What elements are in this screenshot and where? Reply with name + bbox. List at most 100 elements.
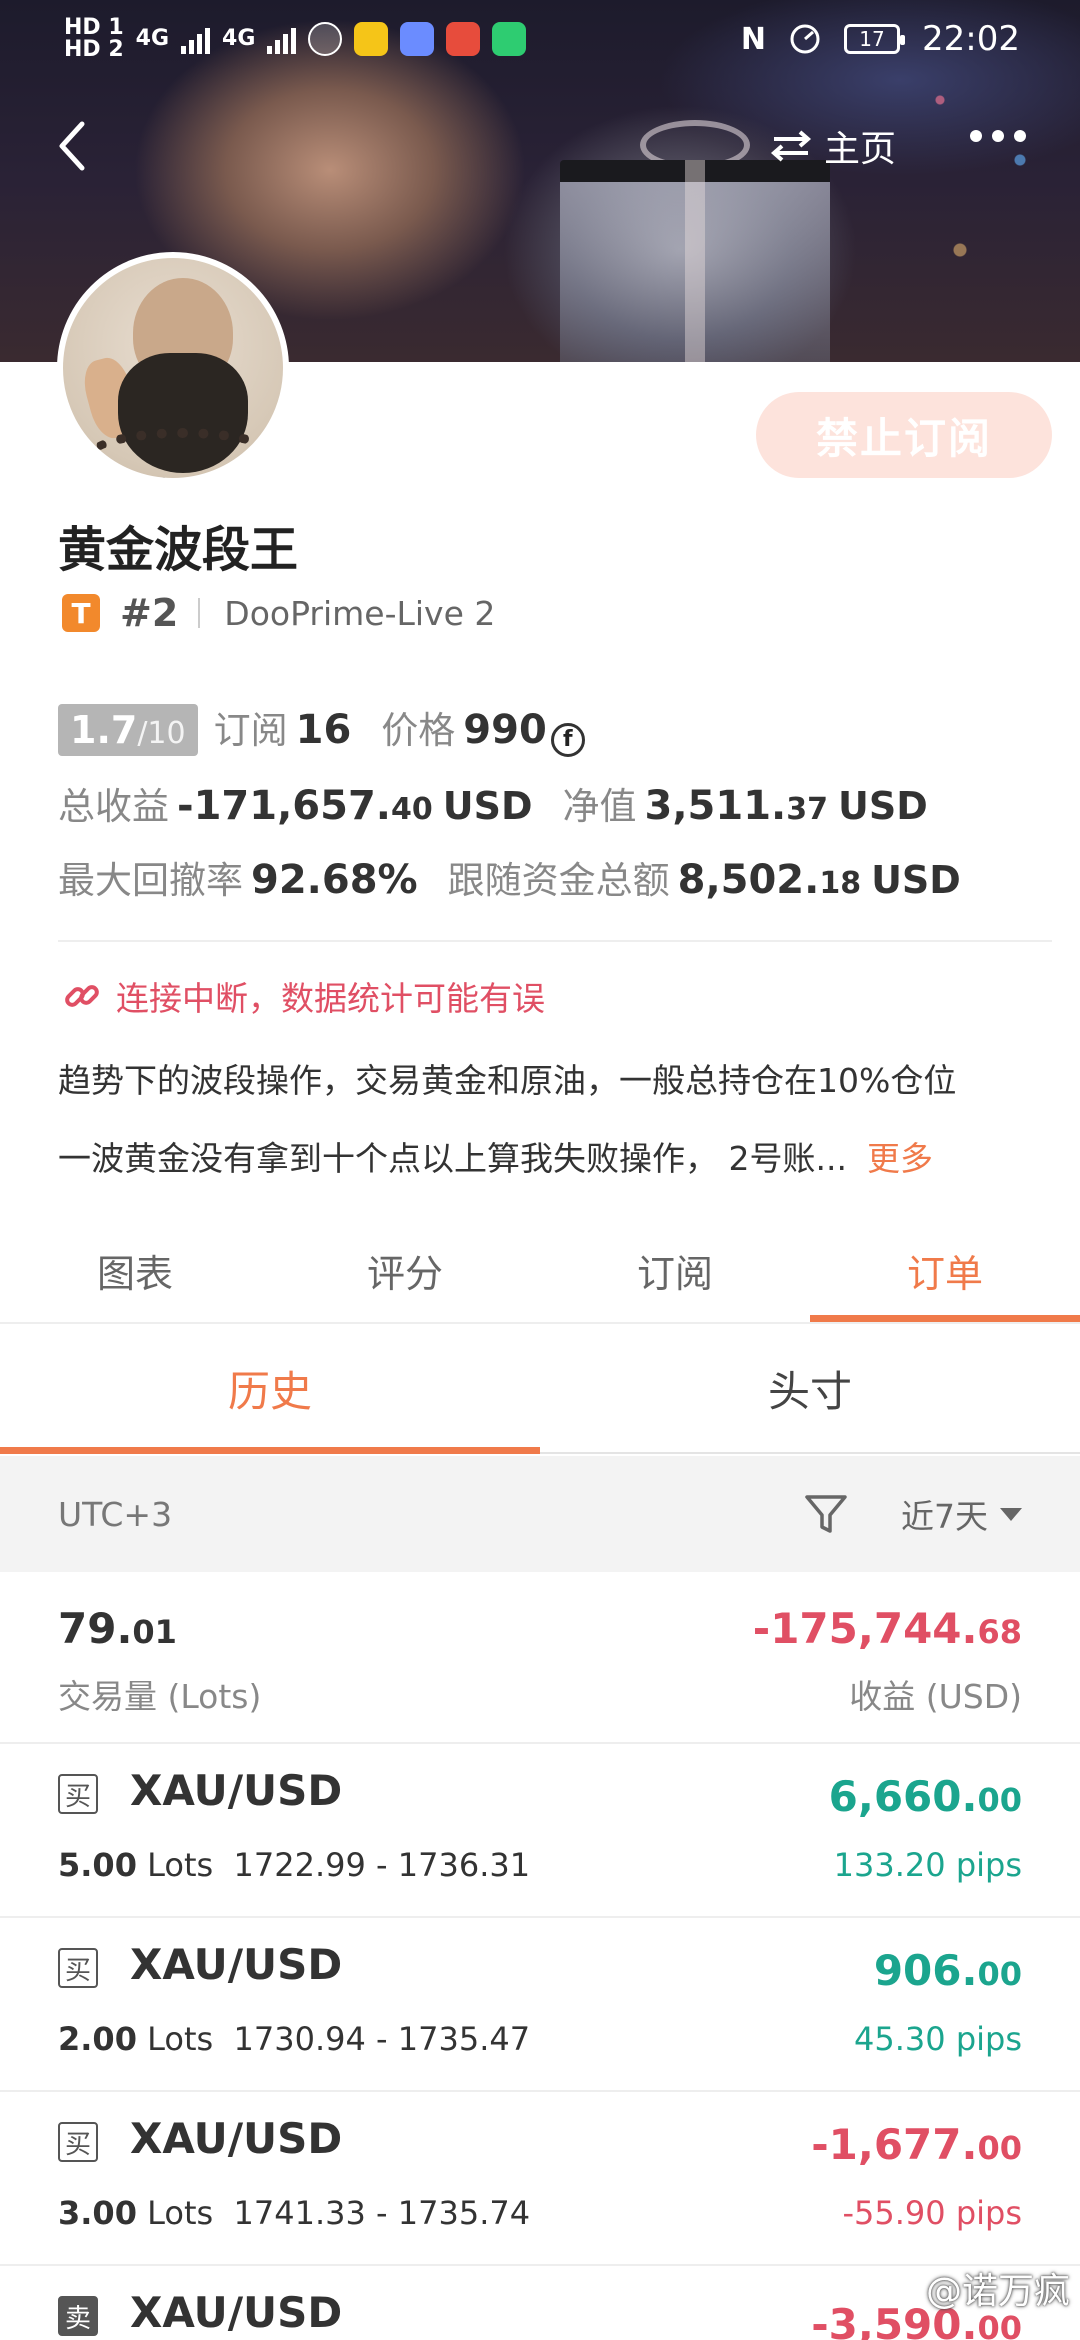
hand-app-icon <box>308 22 343 56</box>
hd-indicators: HD 1 HD 2 <box>64 17 124 61</box>
back-button[interactable] <box>48 116 108 176</box>
dot-icon <box>992 130 1004 142</box>
avatar-beads-graphic <box>83 428 283 478</box>
drawdown-row: 最大回撤率 92.68% 跟随资金总额 8,502.18 USD <box>58 850 961 904</box>
buy-side-badge: 买 <box>58 2122 98 2162</box>
total-pnl-value: -175,744.68 <box>752 1604 1022 1653</box>
follow-funds-value: 8,502.18 <box>677 857 862 903</box>
dot-icon <box>1014 130 1026 142</box>
price-label: 价格 <box>381 709 456 752</box>
tab-orders[interactable]: 订单 <box>810 1218 1080 1322</box>
signal-1-icon <box>181 24 211 54</box>
hd1-label: HD 1 <box>64 15 124 40</box>
battery-icon: 17 <box>844 24 906 54</box>
total-lots-label: 交易量 (Lots) <box>58 1677 262 1716</box>
order-detail: 3.00 Lots 1741.33 - 1735.74 <box>58 2194 531 2232</box>
profit-row: 总收益 -171,657.40 USD 净值 3,511.37 USD <box>58 776 928 830</box>
divider <box>58 940 1052 942</box>
score-badge: 1.7/10 <box>58 704 198 756</box>
order-row[interactable]: 买 XAU/USD 2.00 Lots 1730.94 - 1735.47 90… <box>0 1918 1080 2092</box>
price-value: 990 <box>463 707 547 753</box>
huawei-app-icon <box>446 22 481 56</box>
sell-side-badge: 卖 <box>58 2296 98 2336</box>
buy-side-badge: 买 <box>58 1774 98 1814</box>
connection-warning: 连接中断，数据统计可能有误 <box>62 972 545 1020</box>
order-pips: 133.20 pips <box>833 1846 1022 1884</box>
hd2-label: HD 2 <box>64 37 124 62</box>
subtab-history[interactable]: 历史 <box>0 1324 540 1454</box>
order-row[interactable]: 卖 XAU/USD -3,590.00 <box>0 2266 1080 2340</box>
tier-badge: T <box>62 594 100 632</box>
status-left-group: HD 1 HD 2 4G 4G <box>64 17 527 61</box>
total-lots-value: 79.01 <box>58 1604 177 1653</box>
order-symbol: XAU/USD <box>130 2288 343 2337</box>
equity-value: 3,511.37 <box>644 783 828 829</box>
top-navigation: 主页 <box>0 100 1080 190</box>
date-range-dropdown[interactable]: 近7天 <box>901 1490 1022 1538</box>
filter-funnel-icon[interactable] <box>803 1491 849 1537</box>
order-row[interactable]: 买 XAU/USD 3.00 Lots 1741.33 - 1735.74 -1… <box>0 2092 1080 2266</box>
more-options-button[interactable] <box>970 130 1026 142</box>
score-row: 1.7/10 订阅 16 价格 990 f <box>58 700 585 757</box>
battery-level: 17 <box>859 27 885 51</box>
follow-funds-label: 跟随资金总额 <box>447 859 670 902</box>
rank-row: T #2 DooPrime-Live 2 <box>62 588 495 638</box>
total-pnl-label: 收益 (USD) <box>849 1677 1022 1716</box>
drawdown-value: 92.68% <box>251 857 418 903</box>
follow-funds-unit: USD <box>871 858 961 902</box>
clock: 22:02 <box>922 19 1020 59</box>
description-line-2: 一波黄金没有拿到十个点以上算我失败操作， 2号账... 更多 <box>58 1139 933 1178</box>
tab-rating[interactable]: 评分 <box>270 1218 540 1322</box>
order-symbol: XAU/USD <box>130 1940 343 1989</box>
total-profit-label: 总收益 <box>58 785 169 828</box>
caret-down-icon <box>1000 1507 1022 1521</box>
avatar[interactable] <box>57 252 289 484</box>
order-pips: -55.90 pips <box>842 2194 1022 2232</box>
network-type-2: 4G <box>222 26 256 51</box>
gift-box-graphic <box>560 160 830 362</box>
music-app-icon <box>400 22 435 56</box>
dot-icon <box>970 130 982 142</box>
warning-text: 连接中断，数据统计可能有误 <box>116 979 545 1018</box>
equity-label: 净值 <box>562 785 637 828</box>
order-detail: 2.00 Lots 1730.94 - 1735.47 <box>58 2020 531 2058</box>
buy-side-badge: 买 <box>58 1948 98 1988</box>
home-label: 主页 <box>824 129 897 170</box>
subscribe-label: 订阅 <box>213 709 288 752</box>
coin-icon: f <box>550 722 585 757</box>
order-row[interactable]: 买 XAU/USD 5.00 Lots 1722.99 - 1736.31 6,… <box>0 1744 1080 1918</box>
ban-subscribe-button[interactable]: 禁止订阅 <box>756 392 1052 478</box>
swap-arrows-icon <box>770 130 812 162</box>
tab-subscription[interactable]: 订阅 <box>540 1218 810 1322</box>
description-line-1: 趋势下的波段操作，交易黄金和原油，一般总持仓在10%仓位 <box>58 1061 957 1100</box>
trader-name: 黄金波段王 <box>58 522 299 578</box>
home-button[interactable]: 主页 <box>770 120 896 172</box>
sub-tabs: 历史 头寸 <box>0 1324 1080 1454</box>
separator <box>198 598 201 628</box>
back-arrow-icon <box>59 121 85 171</box>
order-detail: 5.00 Lots 1722.99 - 1736.31 <box>58 1846 531 1884</box>
total-profit-value: -171,657.40 <box>177 783 433 829</box>
signal-2-icon <box>267 24 297 54</box>
main-tabs: 图表 评分 订阅 订单 <box>0 1218 1080 1324</box>
orders-summary: 79.01 交易量 (Lots) -175,744.68 收益 (USD) <box>0 1572 1080 1744</box>
rank-number: #2 <box>120 591 179 635</box>
order-symbol: XAU/USD <box>130 2114 343 2163</box>
home-app-icon <box>492 22 527 56</box>
more-link[interactable]: 更多 <box>867 1139 933 1178</box>
city-lights-graphic <box>880 40 1080 340</box>
drawdown-label: 最大回撤率 <box>58 859 243 902</box>
order-pnl: 906.00 <box>873 1946 1022 1995</box>
timezone-label: UTC+3 <box>58 1494 173 1534</box>
tab-chart[interactable]: 图表 <box>0 1218 270 1322</box>
network-type-1: 4G <box>135 26 170 51</box>
total-profit-unit: USD <box>442 784 533 828</box>
filter-bar: UTC+3 近7天 <box>0 1456 1080 1572</box>
broker-name: DooPrime-Live 2 <box>224 593 496 633</box>
subscribe-count: 16 <box>295 707 352 753</box>
nfc-icon: N <box>740 21 767 57</box>
mail-app-icon <box>354 22 389 56</box>
order-pnl: 6,660.00 <box>828 1772 1022 1821</box>
broken-link-icon <box>65 985 99 1007</box>
subtab-positions[interactable]: 头寸 <box>540 1324 1080 1452</box>
